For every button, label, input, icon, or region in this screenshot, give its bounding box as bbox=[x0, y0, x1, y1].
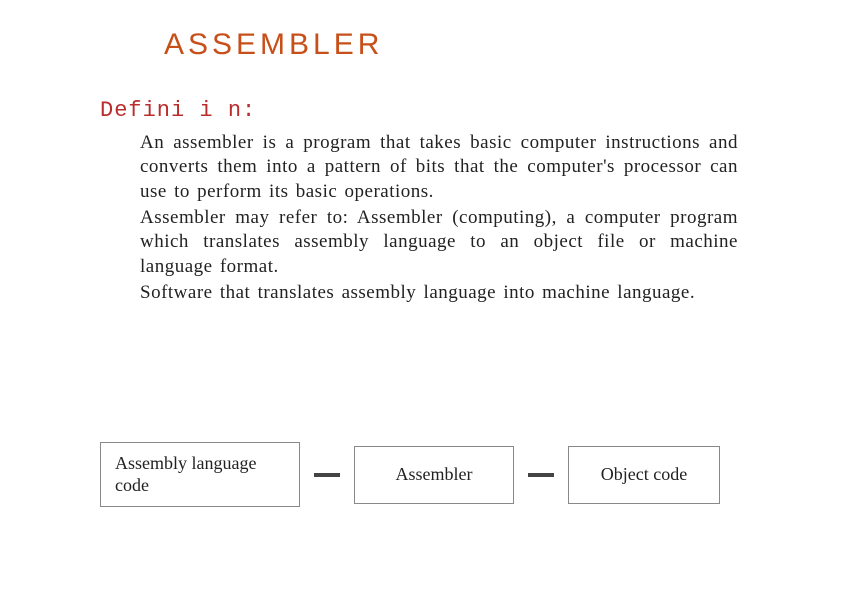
diagram-box-output: Object code bbox=[568, 446, 720, 504]
slide: ASSEMBLER Defini i n: An assembler is a … bbox=[0, 0, 842, 595]
diagram-box-source: Assembly language code bbox=[100, 442, 300, 507]
diagram-box-assembler: Assembler bbox=[354, 446, 514, 504]
page-title: ASSEMBLER bbox=[164, 28, 842, 62]
flow-diagram: Assembly language code Assembler Object … bbox=[100, 442, 720, 507]
paragraph-1: An assembler is a program that takes bas… bbox=[140, 131, 738, 204]
diagram-box-output-label: Object code bbox=[601, 464, 687, 485]
paragraph-3: Software that translates assembly langua… bbox=[140, 281, 738, 305]
diagram-box-source-label: Assembly language code bbox=[115, 453, 285, 496]
definition-label: Defini i n: bbox=[100, 98, 842, 123]
paragraph-2: Assembler may refer to: Assembler (compu… bbox=[140, 206, 738, 279]
diagram-box-assembler-label: Assembler bbox=[396, 464, 473, 485]
connector-line-1 bbox=[314, 473, 340, 477]
definition-body: An assembler is a program that takes bas… bbox=[140, 131, 738, 305]
connector-line-2 bbox=[528, 473, 554, 477]
